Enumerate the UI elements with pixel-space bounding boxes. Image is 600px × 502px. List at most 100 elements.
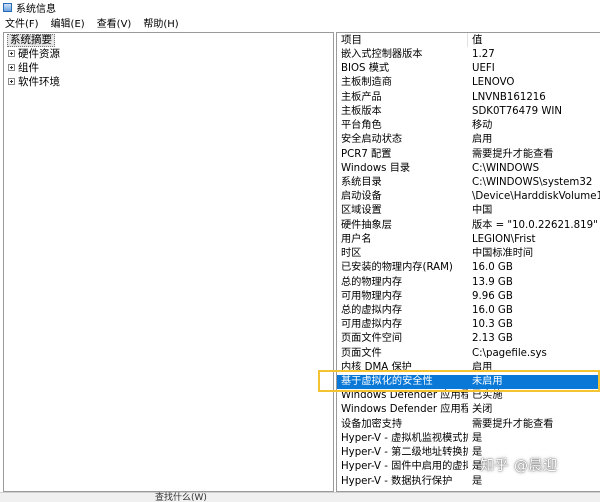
row-item: 主板版本 — [341, 105, 382, 117]
row-item: 平台角色 — [341, 120, 382, 132]
table-row[interactable]: Hyper-V - 固件中启用的虚拟化是 — [337, 460, 600, 474]
table-row[interactable]: 页面文件 C:\pagefile.sys — [337, 347, 600, 361]
row-value: LEGION\Frist — [472, 233, 536, 245]
table-row[interactable]: 可用物理内存 9.96 GB — [337, 290, 600, 304]
row-value: LENOVO — [472, 77, 515, 89]
table-row[interactable]: 时区 中国标准时间 — [337, 247, 600, 261]
table-row[interactable]: 总的物理内存 13.9 GB — [337, 276, 600, 290]
row-value: 启用 — [472, 361, 493, 373]
row-item: 基于虚拟化的安全性 — [341, 376, 433, 388]
tree-item-software-environment[interactable]: 软件环境 — [8, 75, 60, 88]
row-item: 总的物理内存 — [341, 276, 403, 288]
row-value: 中国标准时间 — [472, 248, 534, 260]
expand-icon[interactable] — [8, 64, 15, 71]
table-row[interactable]: 嵌入式控制器版本 1.27 — [337, 48, 600, 62]
table-row[interactable]: 已安装的物理内存(RAM) 16.0 GB — [337, 261, 600, 275]
table-row[interactable]: 硬件抽象层 版本 = "10.0.22621.819" — [337, 219, 600, 233]
row-item: 已安装的物理内存(RAM) — [341, 262, 453, 274]
row-item: 可用虚拟内存 — [341, 319, 403, 331]
row-value: 需要提升才能查看 — [472, 418, 554, 430]
row-item: PCR7 配置 — [341, 148, 392, 160]
details-list[interactable]: 项目 值 嵌入式控制器版本 1.27 BIOS 模式 UEFI 主板制造商 LENOVO 主… — [336, 32, 600, 492]
tree-item-label: 软件环境 — [18, 76, 60, 88]
row-value: UEFI — [472, 63, 495, 75]
table-row[interactable]: 启动设备 \Device\HarddiskVolume1 — [337, 190, 600, 204]
table-row[interactable]: Hyper-V - 第二级地址转换扩展是 — [337, 446, 600, 460]
table-row[interactable]: 内核 DMA 保护 启用 — [337, 361, 600, 375]
row-value: 未启用 — [472, 376, 503, 388]
row-item: 系统目录 — [341, 176, 382, 188]
tree-item-label: 组件 — [18, 62, 39, 74]
category-tree[interactable]: 系统摘要 硬件资源 组件 软件环境 — [3, 32, 334, 492]
row-item: Windows 目录 — [341, 162, 411, 174]
row-value: 是 — [472, 432, 483, 444]
row-value: 13.9 GB — [472, 276, 513, 288]
row-item: Hyper-V - 第二级地址转换扩展 — [341, 447, 468, 459]
menu-view[interactable]: 查看(V) — [96, 15, 133, 30]
table-row[interactable]: 用户名 LEGION\Frist — [337, 233, 600, 247]
table-row[interactable]: 主板产品 LNVNB161216 — [337, 91, 600, 105]
table-row[interactable]: PCR7 配置 需要提升才能查看 — [337, 148, 600, 162]
tree-item-hardware-resources[interactable]: 硬件资源 — [8, 47, 60, 60]
row-item: Windows Defender 应用程序... — [341, 390, 468, 402]
row-value: 1.27 — [472, 49, 495, 60]
row-value: 已实施 — [472, 390, 503, 402]
row-value: C:\pagefile.sys — [472, 347, 547, 359]
table-row[interactable]: Windows Defender 应用程序... 关闭 — [337, 403, 600, 417]
row-value: C:\WINDOWS\system32 — [472, 176, 593, 188]
row-value: 版本 = "10.0.22621.819" — [472, 219, 598, 231]
row-value: C:\WINDOWS — [472, 162, 540, 174]
table-row[interactable]: 页面文件空间 2.13 GB — [337, 332, 600, 346]
row-item: 用户名 — [341, 233, 372, 245]
table-row[interactable]: 基于虚拟化的安全性 未启用 — [337, 375, 600, 390]
table-row[interactable]: 主板版本 SDK0T76479 WIN — [337, 105, 600, 119]
table-row[interactable]: 总的虚拟内存 16.0 GB — [337, 304, 600, 318]
row-value: 16.0 GB — [472, 304, 513, 316]
table-row[interactable]: Windows 目录 C:\WINDOWS — [337, 162, 600, 176]
find-what-label: 查找什么(W) — [155, 493, 207, 502]
table-row[interactable]: Hyper-V - 数据执行保护 是 — [337, 475, 600, 489]
table-row[interactable]: 可用虚拟内存 10.3 GB — [337, 318, 600, 332]
table-row[interactable]: 区域设置 中国 — [337, 204, 600, 218]
row-item: 硬件抽象层 — [341, 219, 392, 231]
row-value: 中国 — [472, 205, 493, 217]
row-value: 启用 — [472, 134, 493, 146]
row-item: Hyper-V - 固件中启用的虚拟化 — [341, 461, 468, 473]
menu-bar: 文件(F) 编辑(E) 查看(V) 帮助(H) — [0, 15, 600, 30]
row-item: 设备加密支持 — [341, 418, 403, 430]
table-row[interactable]: 设备加密支持 需要提升才能查看 — [337, 418, 600, 432]
row-item: Hyper-V - 数据执行保护 — [341, 475, 453, 487]
table-row[interactable]: 主板制造商 LENOVO — [337, 76, 600, 90]
table-row[interactable]: 安全启动状态 启用 — [337, 133, 600, 147]
menu-edit[interactable]: 编辑(E) — [50, 15, 86, 30]
column-header-item[interactable]: 项目 — [337, 33, 468, 47]
watermark: 知乎 @晨迎 — [480, 458, 558, 474]
row-item: Hyper-V - 虚拟机监视模式扩展 — [341, 432, 468, 444]
row-value: 2.13 GB — [472, 333, 513, 345]
list-header: 项目 值 — [337, 33, 600, 47]
row-item: 安全启动状态 — [341, 134, 403, 146]
row-item: 时区 — [341, 248, 362, 260]
row-value: 9.96 GB — [472, 290, 513, 302]
menu-help[interactable]: 帮助(H) — [142, 15, 179, 30]
tree-item-label: 硬件资源 — [18, 48, 60, 60]
row-value: \Device\HarddiskVolume1 — [472, 191, 600, 203]
tree-item-components[interactable]: 组件 — [8, 61, 39, 74]
row-item: 内核 DMA 保护 — [341, 361, 412, 373]
row-item: 嵌入式控制器版本 — [341, 49, 423, 60]
table-row[interactable]: Windows Defender 应用程序... 已实施 — [337, 389, 600, 403]
row-value: LNVNB161216 — [472, 91, 546, 103]
table-row[interactable]: Hyper-V - 虚拟机监视模式扩展是 — [337, 432, 600, 446]
expand-icon[interactable] — [8, 78, 15, 85]
row-item: Windows Defender 应用程序... — [341, 404, 468, 416]
row-value: 10.3 GB — [472, 319, 513, 331]
row-item: 总的虚拟内存 — [341, 304, 403, 316]
table-row[interactable]: BIOS 模式 UEFI — [337, 62, 600, 76]
row-item: 主板产品 — [341, 91, 382, 103]
column-header-value[interactable]: 值 — [468, 33, 600, 47]
table-row[interactable]: 系统目录 C:\WINDOWS\system32 — [337, 176, 600, 190]
menu-file[interactable]: 文件(F) — [4, 15, 40, 30]
row-item: 页面文件空间 — [341, 333, 403, 345]
table-row[interactable]: 平台角色 移动 — [337, 119, 600, 133]
expand-icon[interactable] — [8, 50, 15, 57]
